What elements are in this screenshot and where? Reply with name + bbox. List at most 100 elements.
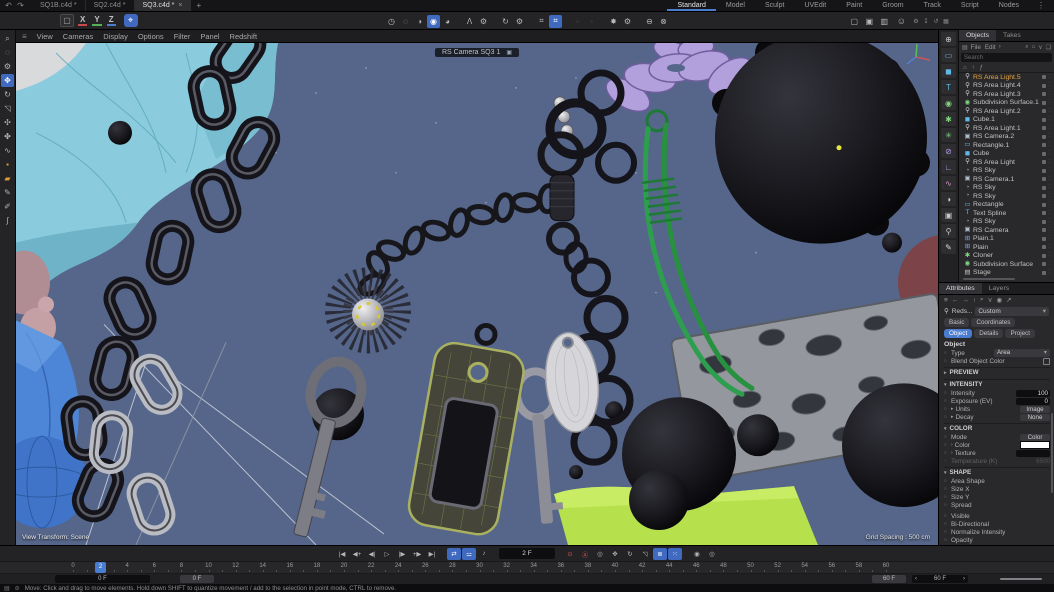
layer-dots[interactable]: ⁚ bbox=[1049, 185, 1054, 190]
document-tab[interactable]: SQ1B.c4d * bbox=[32, 0, 86, 11]
layout-grid-icon[interactable]: ▥ bbox=[878, 15, 891, 28]
expand-icon[interactable]: › bbox=[951, 450, 953, 456]
attribute-select[interactable]: Area▾ bbox=[994, 349, 1050, 357]
panel-tab-takes[interactable]: Takes bbox=[996, 30, 1028, 41]
record-keyframe-button[interactable]: ⊙ bbox=[563, 548, 577, 560]
visibility-toggle[interactable] bbox=[1042, 152, 1046, 156]
attribute-row[interactable]: ○Blend Object Color bbox=[944, 357, 1050, 365]
viewport-menu-redshift[interactable]: Redshift bbox=[230, 32, 258, 41]
attr-tab-basic[interactable]: Basic bbox=[944, 318, 969, 327]
dim-circle-icon[interactable]: ◦ bbox=[571, 15, 584, 28]
visibility-toggle[interactable] bbox=[1042, 143, 1046, 147]
layer-dots[interactable]: ⁚ bbox=[1049, 75, 1054, 80]
visibility-toggle[interactable] bbox=[1042, 118, 1046, 122]
layer-dots[interactable]: ⁚ bbox=[1049, 202, 1054, 207]
rectangle-spline-icon[interactable]: ▭ bbox=[941, 48, 956, 62]
horizontal-scrollbar[interactable] bbox=[963, 278, 1015, 280]
object-row[interactable]: ◉Subdivision Surface⁚ bbox=[960, 260, 1054, 269]
keyframe-dot[interactable]: ○ bbox=[944, 487, 949, 492]
goto-end-button[interactable]: ▶| bbox=[425, 548, 439, 560]
camera-icon[interactable]: ▣ bbox=[506, 49, 512, 56]
object-row[interactable]: ⊞Plain⁚ bbox=[960, 243, 1054, 252]
keyframe-dot[interactable]: ○ bbox=[944, 443, 949, 448]
visibility-toggle[interactable] bbox=[1042, 194, 1046, 198]
attr-tab-coordinates[interactable]: Coordinates bbox=[971, 318, 1015, 327]
timeline-zoom-slider[interactable] bbox=[1000, 578, 1042, 580]
document-tab[interactable]: SQ3.c4d *× bbox=[135, 0, 191, 11]
forward-icon[interactable]: → bbox=[962, 297, 969, 304]
home-icon[interactable]: ⌂ bbox=[1032, 44, 1036, 51]
live-selection-tool[interactable]: ◌ bbox=[1, 46, 14, 59]
layer-dots[interactable]: ⁚ bbox=[1049, 109, 1054, 114]
object-row[interactable]: ⚲RS Area Light⁚ bbox=[960, 158, 1054, 167]
keyframe-dot[interactable]: ○ bbox=[944, 495, 949, 500]
camera-icon[interactable]: ▣ bbox=[941, 208, 956, 222]
record-parameter-toggle[interactable]: ≣ bbox=[653, 548, 667, 560]
attribute-row[interactable]: ○▸UnitsImage bbox=[944, 405, 1050, 413]
history-icon[interactable]: ↺ bbox=[932, 18, 940, 25]
light-indicator-dot[interactable] bbox=[837, 145, 842, 150]
zoom-tool[interactable]: ⌕ bbox=[1, 32, 14, 45]
camera-label[interactable]: RS Camera SQ3 1 ▣ bbox=[435, 48, 519, 57]
search-input[interactable]: Search bbox=[961, 53, 1052, 62]
keyframe-dot[interactable]: ○ bbox=[944, 407, 949, 412]
clock-icon[interactable]: ◷ bbox=[385, 15, 398, 28]
layer-dots[interactable]: ⁚ bbox=[1049, 117, 1054, 122]
layer-dots[interactable]: ⁚ bbox=[1049, 160, 1054, 165]
redo-icon[interactable]: ↷ bbox=[16, 1, 25, 10]
cross-circle-icon[interactable]: ⊗ bbox=[657, 15, 670, 28]
dim-circle-icon[interactable]: ◦ bbox=[585, 15, 598, 28]
visibility-toggle[interactable] bbox=[1042, 84, 1046, 88]
object-row[interactable]: ◔RS Sky⁚ bbox=[960, 184, 1054, 193]
panel-tab-objects[interactable]: Objects bbox=[959, 30, 996, 41]
panel-tab-attributes[interactable]: Attributes bbox=[939, 283, 982, 294]
layout-save-icon[interactable]: ▣ bbox=[863, 15, 876, 28]
status-menu-icon[interactable]: ▤ bbox=[4, 585, 10, 592]
viewport-menu-icon[interactable]: ≡ bbox=[22, 32, 27, 41]
record-position-toggle[interactable]: ✥ bbox=[608, 548, 622, 560]
loop-toggle[interactable]: ⇄ bbox=[447, 548, 461, 560]
image-icon[interactable]: ▦ bbox=[942, 18, 950, 25]
objects-menu-file[interactable]: File bbox=[971, 44, 981, 51]
layer-dots[interactable]: ⁚ bbox=[1049, 236, 1054, 241]
section-header[interactable]: ▾SHAPE bbox=[944, 467, 1050, 477]
attribute-row[interactable]: ○Bi-Directional bbox=[944, 520, 1050, 528]
axis-y-button[interactable]: Y bbox=[92, 15, 101, 26]
layer-dots[interactable]: ⁚ bbox=[1049, 211, 1054, 216]
range-start-label[interactable]: 0 F bbox=[180, 575, 214, 583]
section-header[interactable]: ▾COLOR bbox=[944, 423, 1050, 433]
panel-tab-layers[interactable]: Layers bbox=[982, 283, 1016, 294]
checkbox[interactable] bbox=[1043, 358, 1050, 365]
character-icon[interactable]: Λ bbox=[463, 15, 476, 28]
attribute-row[interactable]: ○Temperature (K)6500 bbox=[944, 457, 1050, 465]
visibility-toggle[interactable] bbox=[1042, 237, 1046, 241]
keyframe-dot[interactable]: ○ bbox=[944, 459, 949, 464]
mode-dropdown[interactable]: Custom ▾ bbox=[975, 307, 1049, 316]
next-key-button[interactable]: +▶ bbox=[410, 548, 424, 560]
shader-ball-icon[interactable]: ◑ bbox=[941, 192, 956, 206]
search-icon[interactable]: ⌕ bbox=[980, 296, 984, 304]
sound-toggle[interactable]: ♪ bbox=[477, 548, 491, 560]
layer-dots[interactable]: ⁚ bbox=[1049, 270, 1054, 275]
keyframe-dot[interactable]: ○ bbox=[944, 415, 949, 420]
keyframe-dot[interactable]: ○ bbox=[944, 530, 949, 535]
spinner-left-icon[interactable]: ‹ bbox=[915, 576, 917, 582]
layout-mode-sculpt[interactable]: Sculpt bbox=[755, 0, 794, 11]
array-icon[interactable]: ✳ bbox=[941, 128, 956, 142]
layer-dots[interactable]: ⁚ bbox=[1049, 100, 1054, 105]
object-row[interactable]: ◼Cube⁚ bbox=[960, 150, 1054, 159]
section-header[interactable]: ▾INTENSITY bbox=[944, 379, 1050, 389]
keyframe-dot[interactable]: ○ bbox=[944, 451, 949, 456]
viewport-menu-view[interactable]: View bbox=[37, 32, 53, 41]
layer-dots[interactable]: ⁚ bbox=[1049, 83, 1054, 88]
layer-dots[interactable]: ⁚ bbox=[1049, 177, 1054, 182]
quantize-icon[interactable]: ⌗ bbox=[549, 15, 562, 28]
object-row[interactable]: ✱Cloner⁚ bbox=[960, 252, 1054, 261]
layer-dots[interactable]: ⁚ bbox=[1049, 219, 1054, 224]
layout-mode-track[interactable]: Track bbox=[914, 0, 951, 11]
axis-z-button[interactable]: Z bbox=[107, 15, 116, 26]
attribute-row[interactable]: ○Size Y bbox=[944, 493, 1050, 501]
visibility-toggle[interactable] bbox=[1042, 211, 1046, 215]
layer-dots[interactable]: ⁚ bbox=[1049, 245, 1054, 250]
add-tab-button[interactable]: + bbox=[197, 1, 202, 10]
